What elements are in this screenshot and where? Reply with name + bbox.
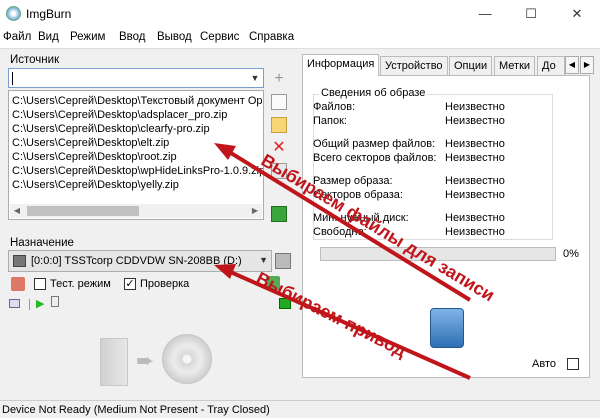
arrowhead-icon	[214, 143, 236, 160]
annotation-arrows	[214, 143, 472, 380]
arrowhead-icon	[214, 264, 236, 279]
tab-information[interactable]: Информация	[302, 54, 380, 76]
